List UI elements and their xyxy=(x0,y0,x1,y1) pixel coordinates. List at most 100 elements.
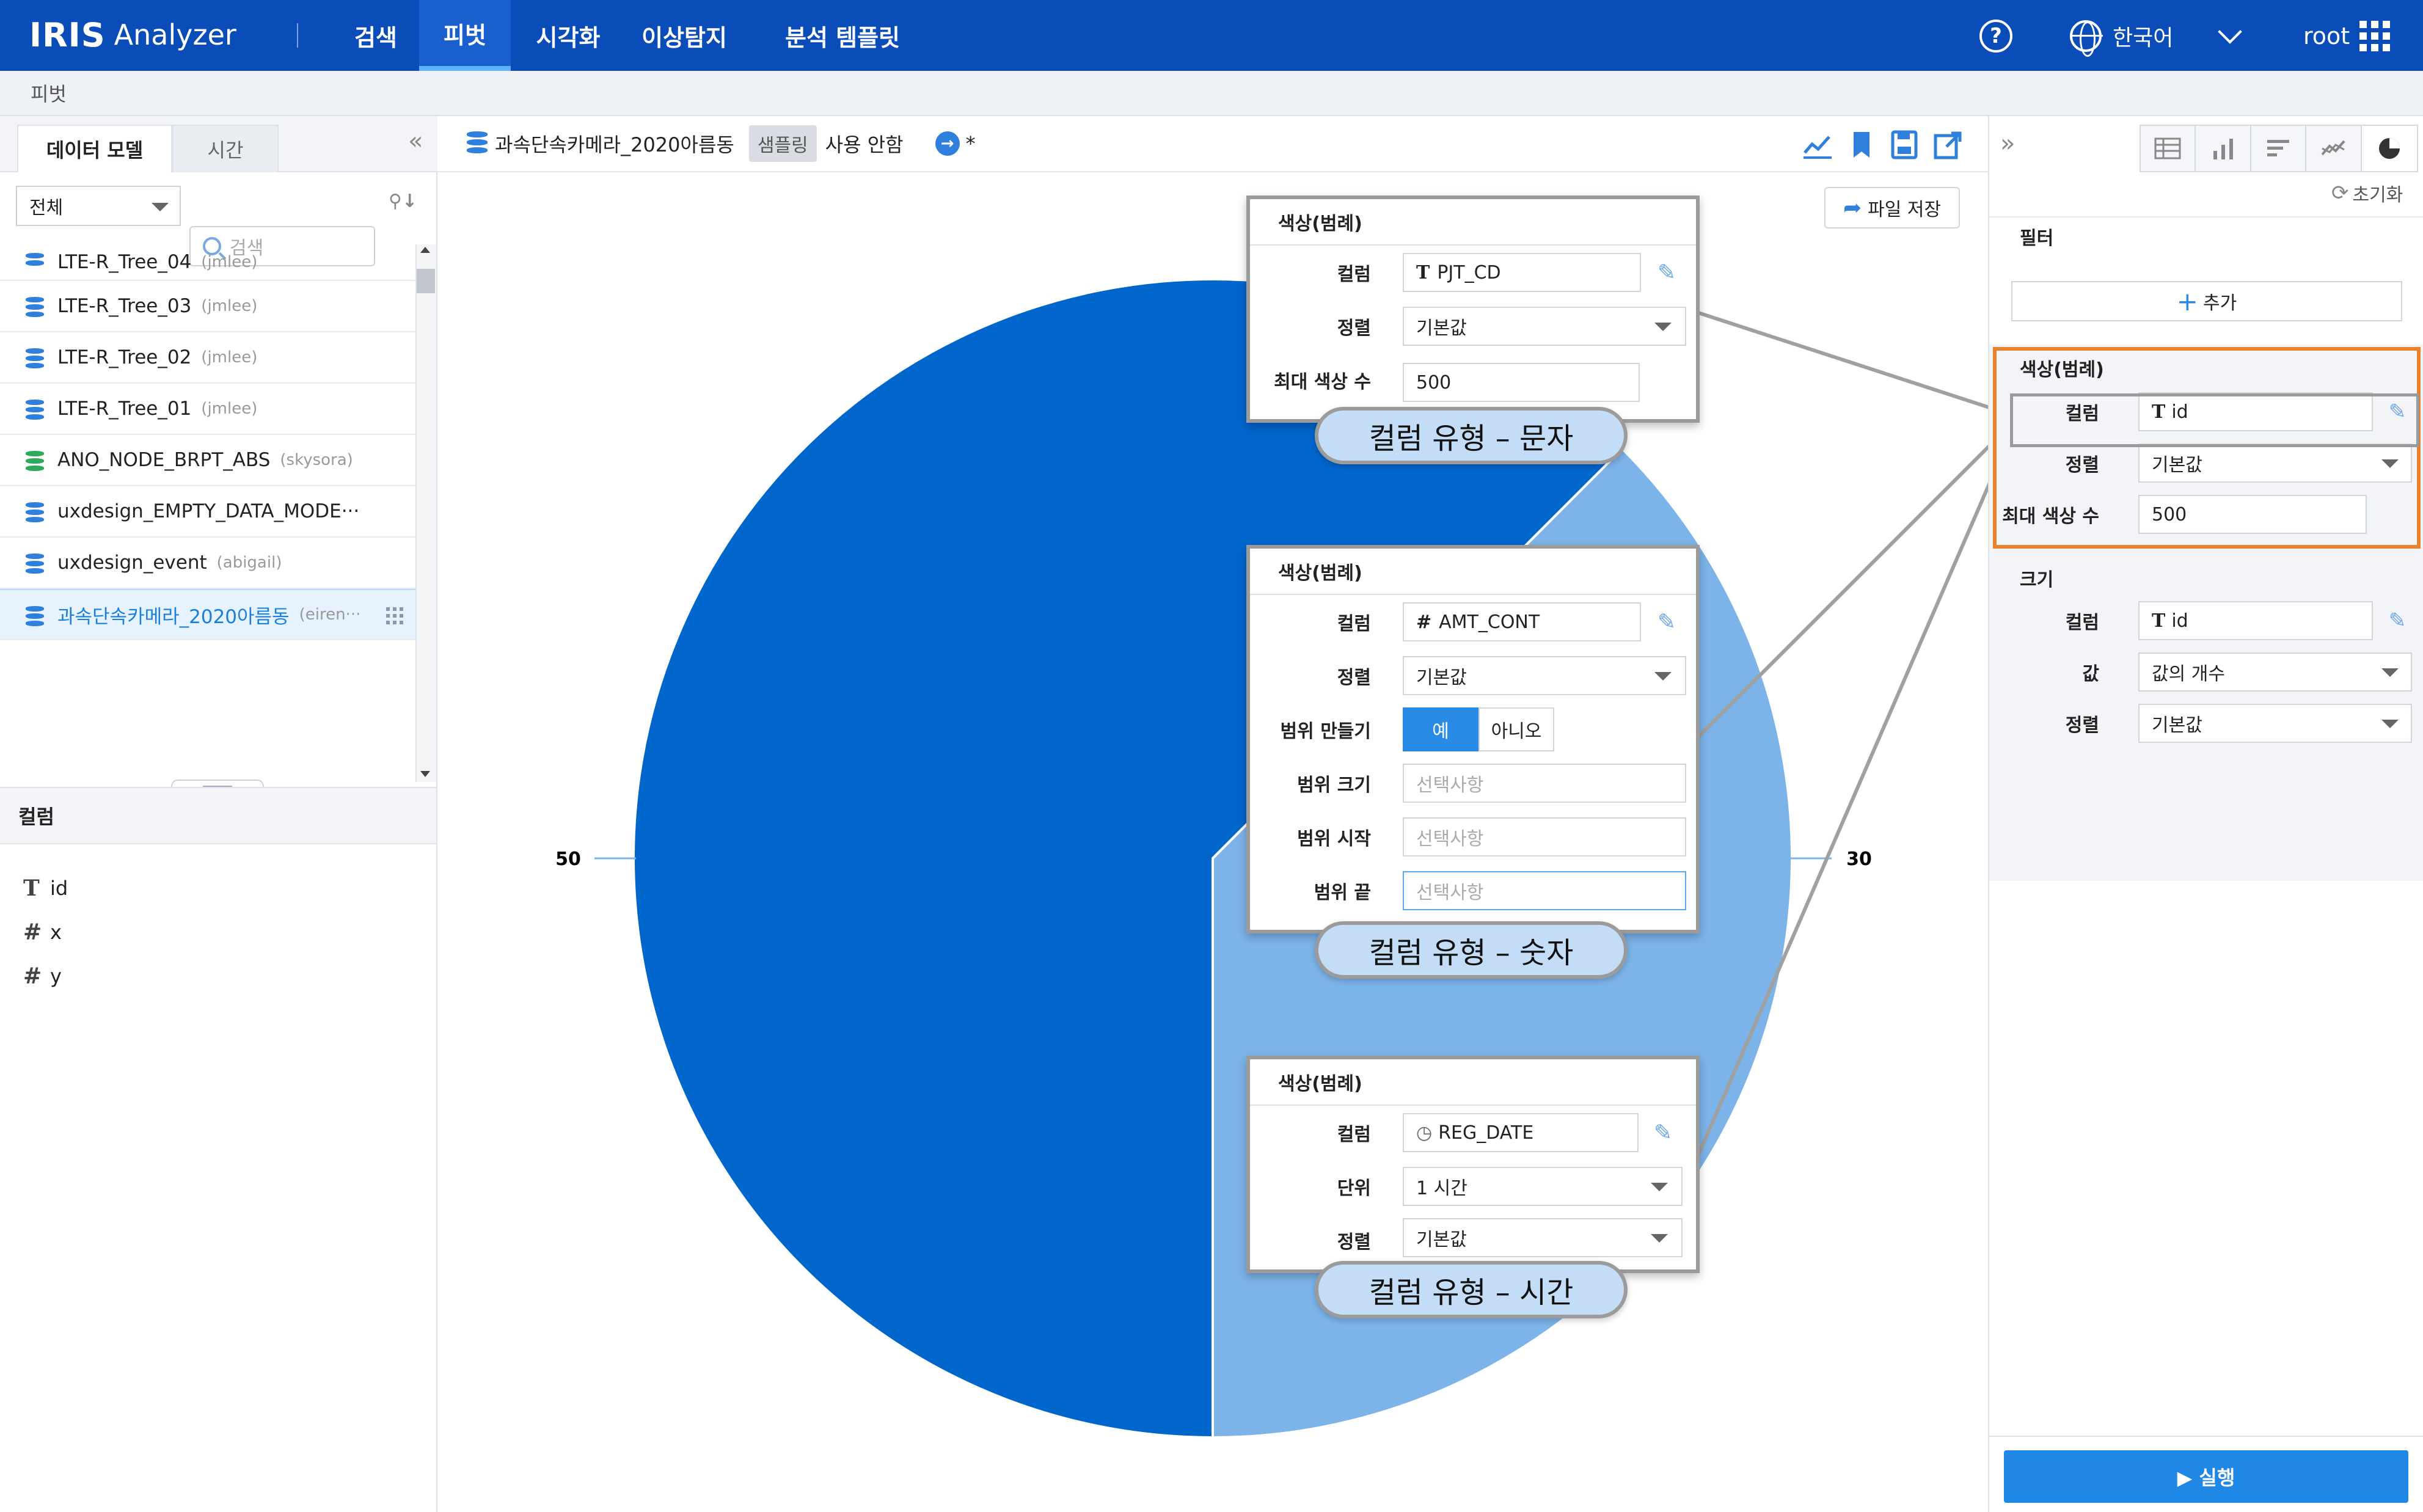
sort-icon[interactable]: ⚲↓ xyxy=(389,191,417,212)
horizontal-bar-icon[interactable] xyxy=(2251,126,2307,171)
sort-select[interactable]: 기본값 xyxy=(1403,307,1686,346)
pencil-icon[interactable]: ✎ xyxy=(1643,1113,1683,1152)
bar-chart-icon[interactable] xyxy=(2196,126,2251,171)
pencil-icon[interactable]: ✎ xyxy=(2380,601,2414,640)
list-item[interactable]: LTE-R_Tree_01 (jmlee) xyxy=(0,384,415,435)
range-no-toggle[interactable]: 아니오 xyxy=(1478,707,1554,751)
column-value: REG_DATE xyxy=(1438,1122,1534,1144)
column-field[interactable]: # AMT_CONT xyxy=(1403,602,1641,641)
column-item-id[interactable]: T id xyxy=(23,870,68,907)
field-label: 컬럼 xyxy=(1337,264,1371,285)
database-icon xyxy=(26,606,44,627)
help-icon[interactable]: ? xyxy=(1979,20,2012,53)
max-colors-input[interactable]: 500 xyxy=(1403,363,1640,402)
save-file-button[interactable]: ➦ 파일 저장 xyxy=(1824,187,1960,228)
nav-pivot[interactable]: 피벗 xyxy=(419,0,511,71)
callout-row: 범위 만들기 예 아니오 xyxy=(1250,703,1696,756)
nav-search[interactable]: 검색 xyxy=(342,0,409,71)
line-chart-icon[interactable] xyxy=(2306,126,2362,171)
field-label: 단위 xyxy=(1337,1178,1371,1199)
collapse-right-icon[interactable]: » xyxy=(2000,130,2015,158)
chevron-down-icon xyxy=(1651,1234,1668,1243)
chevron-down-icon[interactable] xyxy=(2218,20,2242,44)
pencil-icon[interactable]: ✎ xyxy=(1647,253,1686,292)
export-icon[interactable] xyxy=(1932,128,1965,161)
slice-label: 50 xyxy=(555,849,581,870)
field-label: 컬럼 xyxy=(1337,1124,1371,1145)
callout-text-column: 색상(범례) 컬럼 T PJT_CD ✎ 정렬 기본값 최대 색상 수 500 xyxy=(1246,195,1700,423)
app-logo[interactable]: IRIS Analyzer xyxy=(29,13,236,56)
scroll-down-icon[interactable] xyxy=(420,771,430,777)
column-item-x[interactable]: # x xyxy=(23,914,62,951)
unit-value: 1 시간 xyxy=(1416,1178,1467,1199)
add-filter-button[interactable]: + 추가 xyxy=(2011,281,2402,321)
pencil-icon[interactable]: ✎ xyxy=(1647,602,1686,641)
line-chart-icon[interactable] xyxy=(1801,128,1834,161)
range-size-input[interactable]: 선택사항 xyxy=(1403,764,1686,803)
tab-time[interactable]: 시간 xyxy=(172,125,279,172)
chevron-down-icon xyxy=(1654,672,1672,681)
database-icon xyxy=(26,253,44,274)
callout-row: 범위 시작 선택사항 xyxy=(1250,810,1696,864)
size-column-field[interactable]: T id xyxy=(2138,601,2373,640)
column-field[interactable]: ◷ REG_DATE xyxy=(1403,1113,1639,1152)
list-item-selected[interactable]: 과속단속카메라_2020아름동 (eiren··· xyxy=(0,589,415,640)
callout-time-column: 색상(범례) 컬럼 ◷ REG_DATE ✎ 단위 1 시간 정렬 기본값 xyxy=(1246,1056,1700,1273)
arrow-right-icon[interactable]: → xyxy=(935,131,960,156)
model-name: uxdesign_EMPTY_DATA_MODE··· xyxy=(57,500,360,522)
divider xyxy=(1988,1436,2423,1437)
range-yes-toggle[interactable]: 예 xyxy=(1403,707,1478,751)
run-button[interactable]: ▶ 실행 xyxy=(2004,1450,2408,1503)
size-sort-select[interactable]: 기본값 xyxy=(2138,704,2412,743)
collapse-left-icon[interactable]: « xyxy=(408,127,423,155)
bookmark-icon[interactable] xyxy=(1845,128,1878,161)
column-name: x xyxy=(50,921,62,944)
size-value-select[interactable]: 값의 개수 xyxy=(2138,652,2412,692)
nav-anomaly-detection[interactable]: 이상탐지 xyxy=(629,0,739,71)
table-chart-icon[interactable] xyxy=(2141,126,2196,171)
chevron-down-icon xyxy=(152,203,169,211)
list-item[interactable]: ANO_NODE_BRPT_ABS (skysora) xyxy=(0,435,415,486)
range-end-input[interactable]: 선택사항 xyxy=(1403,871,1686,910)
save-icon[interactable] xyxy=(1888,128,1921,161)
column-field[interactable]: T PJT_CD xyxy=(1403,253,1641,292)
value-value: 값의 개수 xyxy=(2152,663,2225,685)
drag-handle-icon[interactable] xyxy=(386,607,403,624)
list-item[interactable]: LTE-R_Tree_02 (jmlee) xyxy=(0,332,415,384)
tab-data-model[interactable]: 데이터 모델 xyxy=(17,125,172,172)
range-start-input[interactable]: 선택사항 xyxy=(1403,817,1686,856)
caption-text-type: 컬럼 유형 – 문자 xyxy=(1315,407,1628,464)
model-filter-select[interactable]: 전체 xyxy=(16,186,181,226)
number-type-icon: # xyxy=(23,963,42,989)
callout-row: 컬럼 T PJT_CD ✎ xyxy=(1250,246,1696,299)
pie-chart-icon[interactable] xyxy=(2361,126,2418,171)
nav-analysis-template[interactable]: 분석 템플릿 xyxy=(775,0,910,71)
database-icon xyxy=(26,451,44,472)
column-item-y[interactable]: # y xyxy=(23,958,62,995)
apps-grid-icon[interactable] xyxy=(2359,21,2390,51)
callout-row: 정렬 기본값 xyxy=(1250,649,1696,703)
sort-select[interactable]: 기본값 xyxy=(1403,1218,1683,1257)
database-icon xyxy=(26,502,44,523)
list-item[interactable]: uxdesign_EMPTY_DATA_MODE··· xyxy=(0,486,415,538)
sort-select[interactable]: 기본값 xyxy=(1403,656,1686,695)
sort-value: 기본값 xyxy=(1416,1229,1467,1251)
list-item[interactable]: LTE-R_Tree_03 (jmlee) xyxy=(0,281,415,332)
callout-title: 색상(범례) xyxy=(1250,199,1696,246)
list-item[interactable]: uxdesign_event (abigail) xyxy=(0,538,415,589)
reset-button[interactable]: ⟳ 초기화 xyxy=(2331,180,2403,206)
language-selector[interactable]: 한국어 xyxy=(2070,18,2173,57)
current-model-name[interactable]: 과속단속카메라_2020아름동 xyxy=(495,130,734,158)
chevron-down-icon xyxy=(1651,1183,1668,1191)
user-name[interactable]: root xyxy=(2303,18,2350,54)
scrollbar-thumb[interactable] xyxy=(417,269,435,293)
scroll-up-icon[interactable] xyxy=(420,247,430,253)
callout-row: 단위 1 시간 xyxy=(1250,1160,1696,1213)
scrollbar[interactable] xyxy=(415,244,436,782)
model-list: LTE-R_Tree_04 (jmlee) LTE-R_Tree_03 (jml… xyxy=(0,244,415,782)
unit-select[interactable]: 1 시간 xyxy=(1403,1167,1683,1206)
sampling-badge[interactable]: 샘플링 xyxy=(748,125,817,162)
model-owner: (jmlee) xyxy=(201,348,258,367)
nav-visualization[interactable]: 시각화 xyxy=(525,0,611,71)
list-item[interactable]: LTE-R_Tree_04 (jmlee) xyxy=(0,244,415,281)
